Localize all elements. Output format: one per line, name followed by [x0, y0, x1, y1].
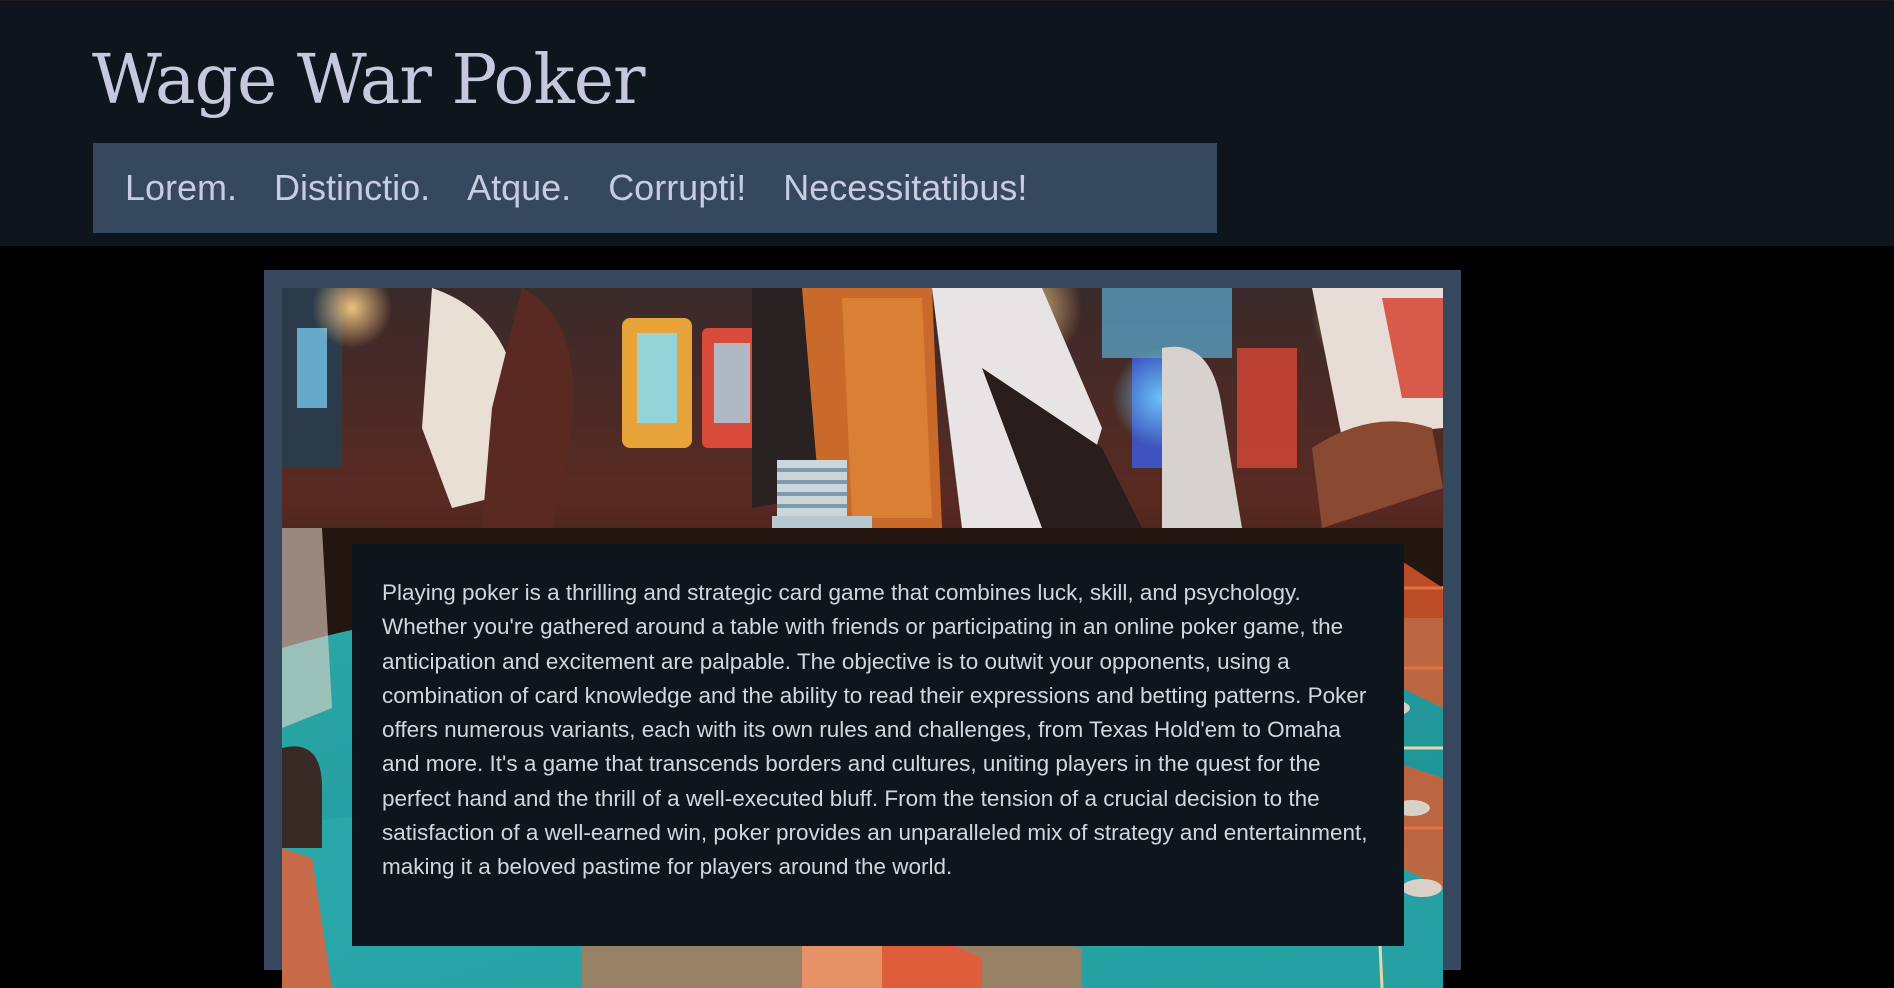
- main-nav: Lorem. Distinctio. Atque. Corrupti! Nece…: [93, 143, 1217, 233]
- site-header: Wage War Poker Lorem. Distinctio. Atque.…: [0, 1, 1894, 246]
- nav-item-atque[interactable]: Atque.: [467, 167, 571, 209]
- site-title: Wage War Poker: [92, 41, 645, 120]
- content-card: Playing poker is a thrilling and strateg…: [352, 544, 1404, 946]
- nav-item-necessitatibus[interactable]: Necessitatibus!: [783, 167, 1027, 209]
- hero-frame: Playing poker is a thrilling and strateg…: [264, 270, 1461, 988]
- nav-item-distinctio[interactable]: Distinctio.: [274, 167, 430, 209]
- intro-paragraph: Playing poker is a thrilling and strateg…: [382, 580, 1368, 880]
- nav-item-lorem[interactable]: Lorem.: [125, 167, 237, 209]
- nav-item-corrupti[interactable]: Corrupti!: [608, 167, 746, 209]
- hero-casino-image: Playing poker is a thrilling and strateg…: [282, 288, 1443, 988]
